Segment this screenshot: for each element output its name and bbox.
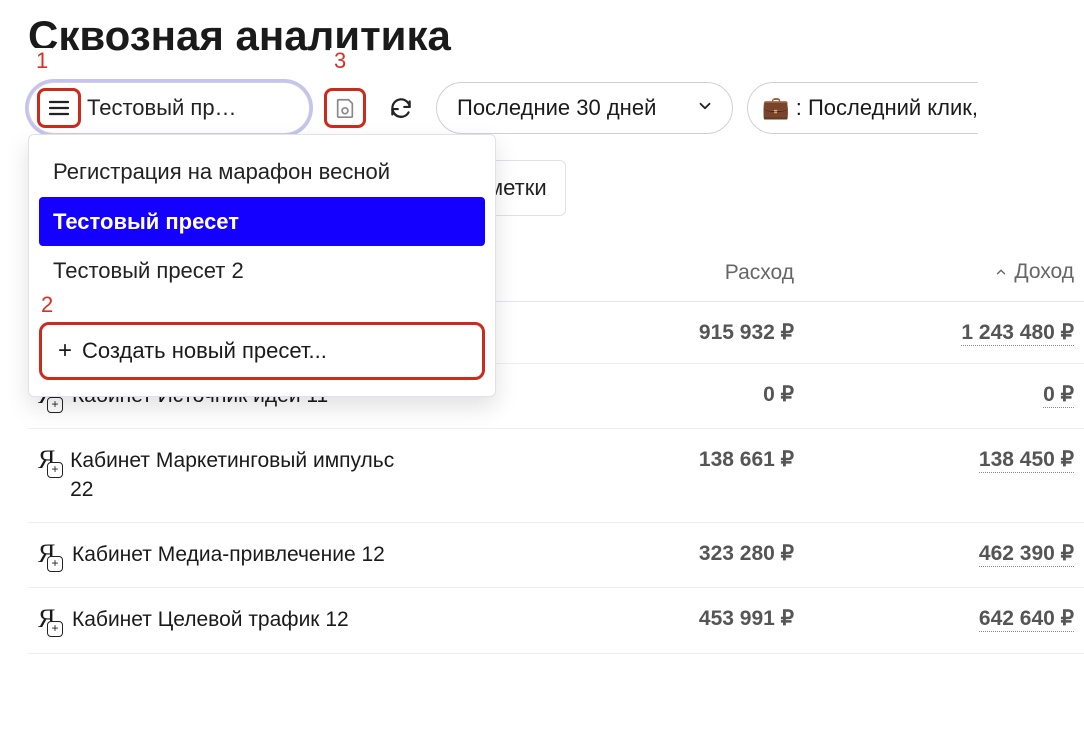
preset-option[interactable]: Регистрация на марафон весной <box>39 147 485 197</box>
yandex-icon[interactable]: Я+ <box>38 541 64 567</box>
column-header-income[interactable]: Доход <box>804 244 1084 302</box>
table-row: Я+ Кабинет Медиа-привлечение 12 323 280 ₽… <box>28 523 1084 588</box>
row-spend: 323 280 ₽ <box>594 523 804 588</box>
column-header-spend[interactable]: Расход <box>594 244 804 302</box>
row-income[interactable]: 138 450 ₽ <box>979 448 1074 473</box>
toolbar: 1 3 Тестовый пр… Регистрация на марафон … <box>28 82 1084 134</box>
yandex-icon[interactable]: Я+ <box>38 447 62 473</box>
table-row: Я+ Кабинет Целевой трафик 12 453 991 ₽ 64… <box>28 588 1084 653</box>
row-income[interactable]: 462 390 ₽ <box>979 542 1074 567</box>
plus-icon: + <box>58 337 72 365</box>
sort-asc-icon <box>994 265 1008 279</box>
date-range-label: Последние 30 дней <box>457 95 656 121</box>
row-name[interactable]: Кабинет Целевой трафик 12 <box>72 606 349 634</box>
total-income[interactable]: 1 243 480 ₽ <box>961 321 1074 346</box>
callout-3: 3 <box>330 48 350 74</box>
preset-option-selected[interactable]: Тестовый пресет <box>39 197 485 247</box>
table-row: Я+ Кабинет Маркетинговый импульс 22 138 6… <box>28 429 1084 523</box>
briefcase-icon: 💼 <box>762 95 789 121</box>
callout-1: 1 <box>32 48 52 74</box>
create-preset-button[interactable]: + Создать новый пресет... <box>39 322 485 380</box>
preset-dropdown: Регистрация на марафон весной Тестовый п… <box>28 134 496 397</box>
preset-selector-wrap: Тестовый пр… Регистрация на марафон весн… <box>28 82 310 134</box>
preset-option[interactable]: Тестовый пресет 2 <box>39 246 485 296</box>
menu-icon[interactable] <box>37 88 81 128</box>
row-income[interactable]: 0 ₽ <box>1043 383 1074 408</box>
total-spend: 915 932 ₽ <box>594 302 804 364</box>
row-name[interactable]: Кабинет Медиа-привлечение 12 <box>72 541 385 569</box>
preset-selector-label: Тестовый пр… <box>87 95 299 121</box>
row-spend: 138 661 ₽ <box>594 429 804 523</box>
row-name[interactable]: Кабинет Маркетинговый импульс 22 <box>70 447 398 504</box>
yandex-icon[interactable]: Я+ <box>38 606 64 632</box>
create-preset-label: Создать новый пресет... <box>82 338 327 364</box>
preset-selector[interactable]: Тестовый пр… <box>28 82 310 134</box>
date-range-selector[interactable]: Последние 30 дней <box>436 82 733 134</box>
save-preset-button[interactable] <box>324 88 366 128</box>
refresh-button[interactable] <box>380 88 422 128</box>
row-income[interactable]: 642 640 ₽ <box>979 607 1074 632</box>
row-spend: 453 991 ₽ <box>594 588 804 653</box>
callout-2: 2 <box>37 292 57 318</box>
row-spend: 0 ₽ <box>594 364 804 429</box>
chevron-down-icon <box>696 95 714 121</box>
attribution-selector[interactable]: 💼 : Последний клик, <box>747 82 978 134</box>
attribution-label: : Последний клик, <box>796 95 978 121</box>
page-title: Сквозная аналитика <box>28 12 1084 60</box>
